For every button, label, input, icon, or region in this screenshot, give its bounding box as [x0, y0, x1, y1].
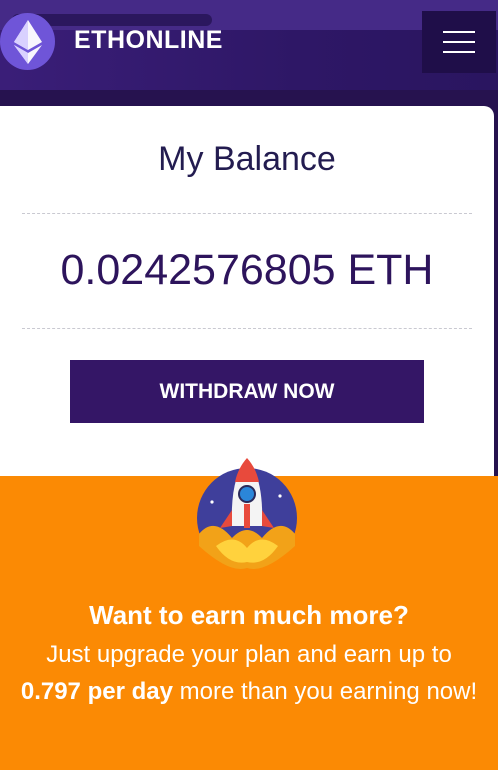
promo-text: Just upgrade your plan and earn up to 0.… — [18, 636, 480, 710]
withdraw-button[interactable]: WITHDRAW NOW — [70, 360, 424, 423]
balance-card: My Balance 0.0242576805 ETH WITHDRAW NOW — [0, 106, 494, 476]
promo-intro: Just upgrade your plan and earn up to — [46, 641, 452, 668]
hamburger-menu-icon — [443, 31, 475, 33]
divider-top — [22, 213, 472, 214]
brand-name[interactable]: ETHONLINE — [74, 26, 223, 55]
promo-outro: more than you earning now! — [179, 678, 478, 705]
ethereum-logo-icon[interactable] — [0, 13, 55, 70]
menu-button[interactable] — [422, 11, 496, 73]
promo-highlight: 0.797 per day — [20, 678, 173, 705]
balance-title: My Balance — [158, 140, 336, 178]
rocket-icon — [197, 458, 297, 570]
promo-headline: Want to earn much more? — [89, 600, 409, 630]
upgrade-promo: Want to earn much more? Just upgrade you… — [0, 458, 498, 770]
balance-amount: 0.0242576805 ETH — [60, 246, 434, 294]
divider-bottom — [22, 328, 472, 329]
top-header: ETHONLINE — [0, 0, 498, 90]
